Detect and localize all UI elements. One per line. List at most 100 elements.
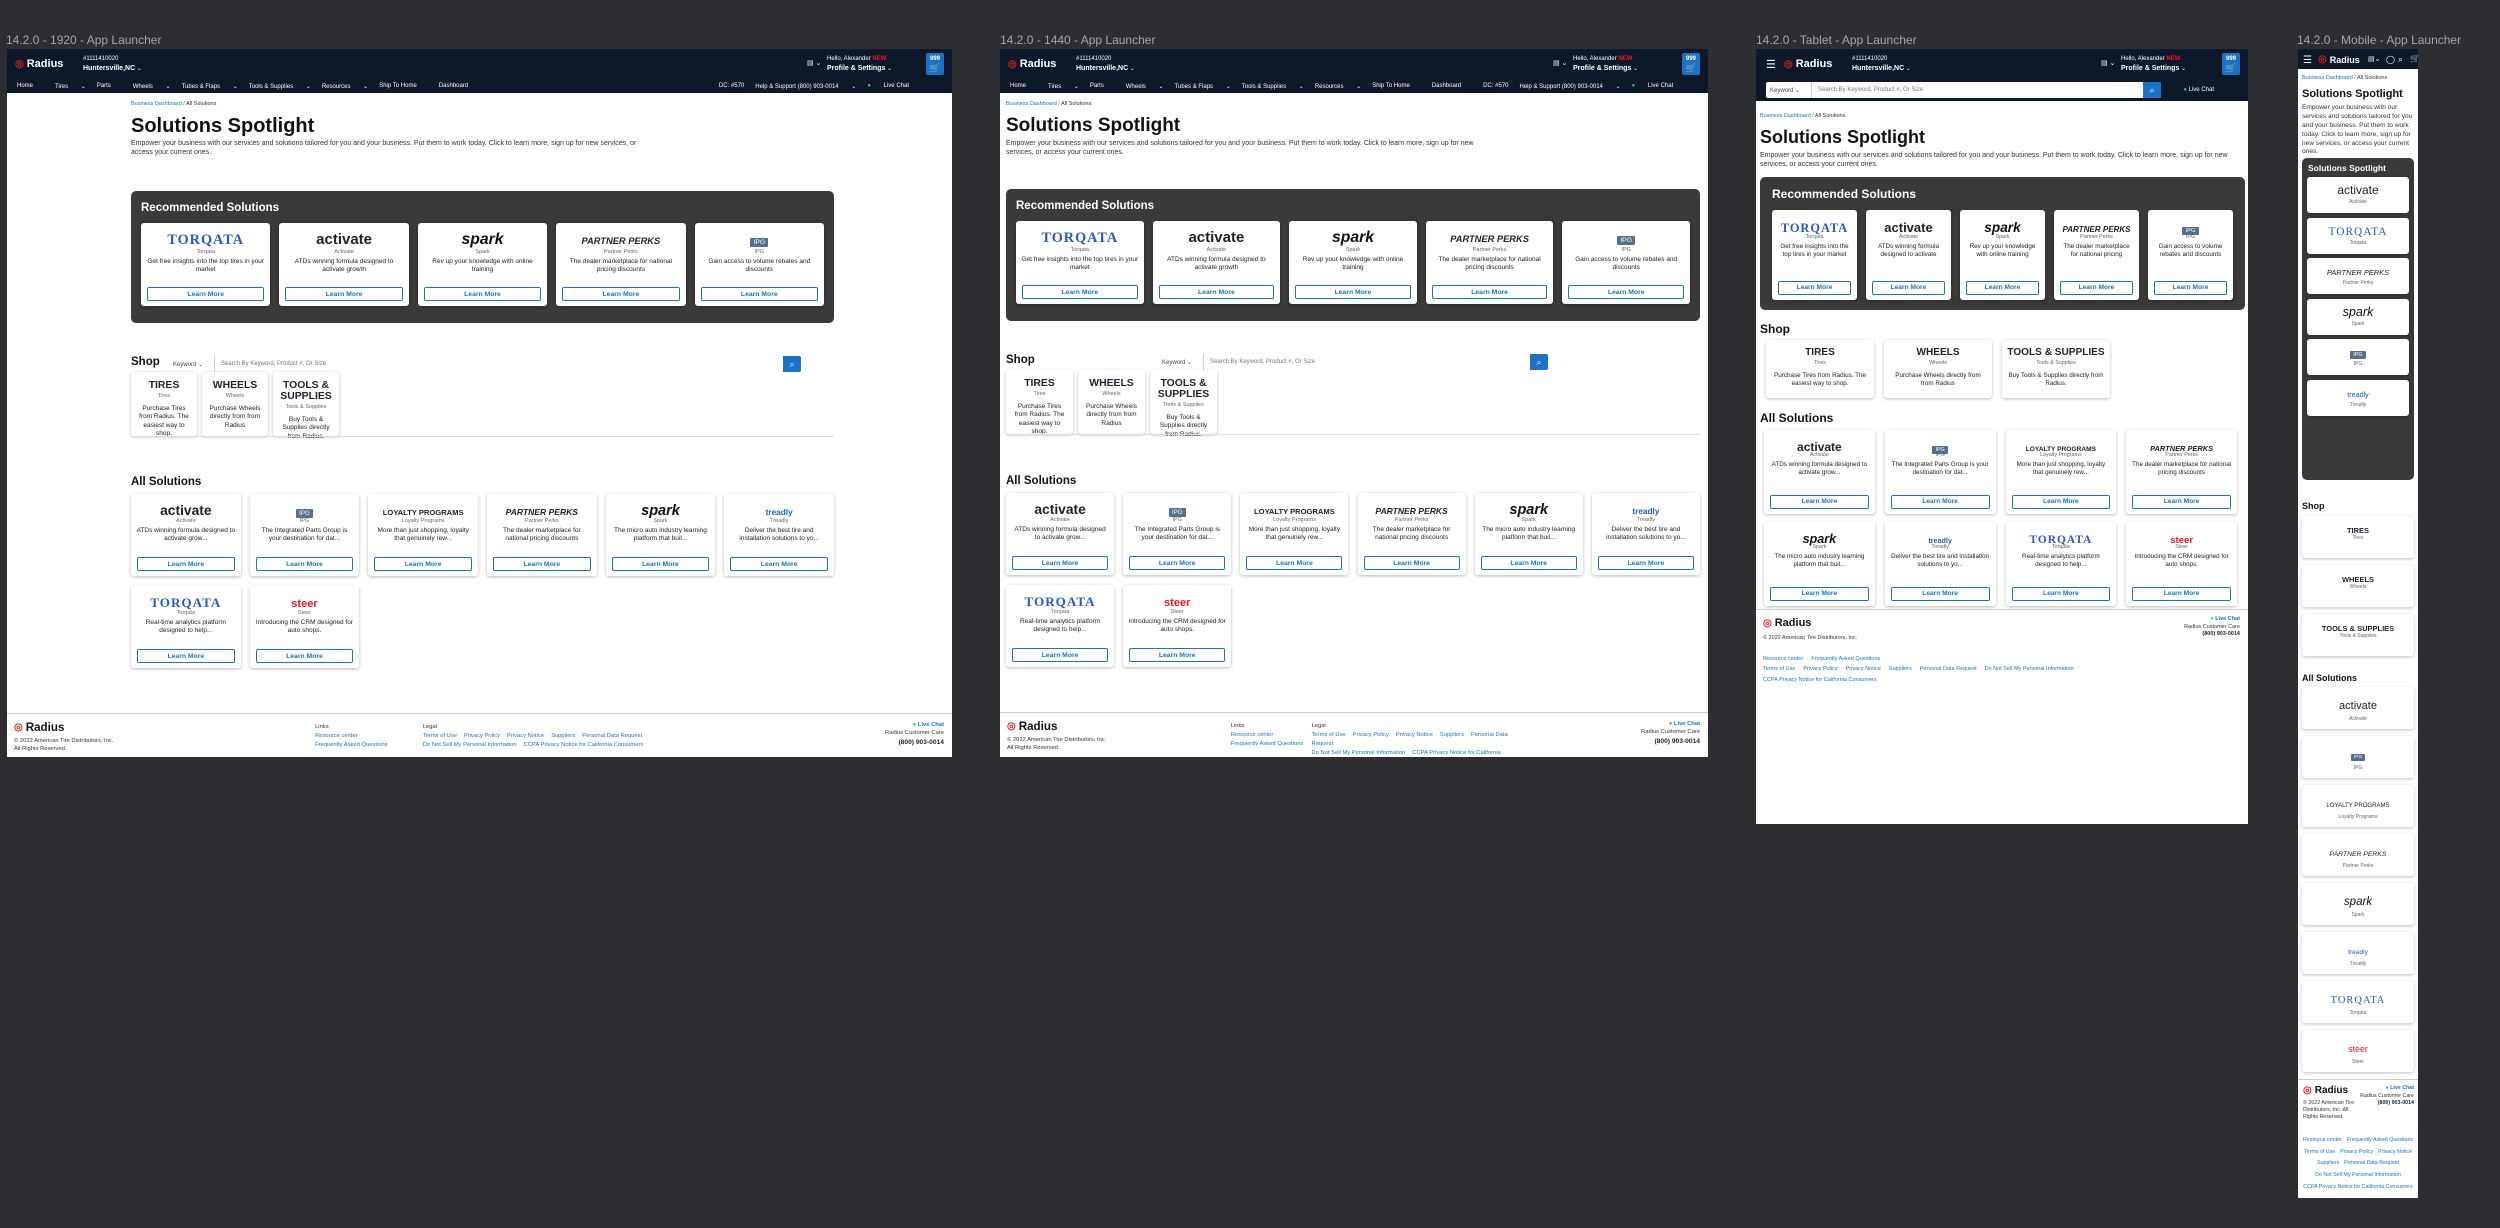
learn-more-button[interactable]: Learn More: [493, 556, 591, 571]
nav-item[interactable]: Wheels ⌄: [133, 83, 171, 90]
shop-card[interactable]: WHEELS Wheels: [2302, 565, 2414, 607]
learn-more-button[interactable]: Learn More: [1158, 284, 1275, 299]
cart-button[interactable]: 999 🛒: [1682, 53, 1700, 75]
learn-more-button[interactable]: Learn More: [2132, 587, 2231, 601]
learn-more-button[interactable]: Learn More: [1363, 555, 1460, 570]
cart-icon[interactable]: 🛒: [2410, 54, 2418, 63]
learn-more-button[interactable]: Learn More: [1778, 281, 1851, 295]
keyword-dropdown[interactable]: Keyword ⌄: [1158, 354, 1204, 370]
shop-card[interactable]: TOOLS & SUPPLIES Tools & Supplies: [2302, 614, 2414, 656]
solution-card[interactable]: LOYALTY PROGRAMS Loyalty Programs: [2302, 785, 2414, 827]
footer-link[interactable]: Resource center: [2303, 1137, 2342, 1143]
learn-more-button[interactable]: Learn More: [700, 286, 818, 301]
learn-more-button[interactable]: Learn More: [2011, 587, 2111, 601]
nav-item[interactable]: Tires ⌄: [55, 83, 86, 90]
legal-link[interactable]: Do Not Sell My Personal Information: [1985, 666, 2074, 672]
footer-link[interactable]: Frequently Asked Questions: [1231, 740, 1304, 749]
learn-more-button[interactable]: Learn More: [1022, 284, 1138, 299]
shop-card[interactable]: WHEELS Wheels Purchase Wheels directly fro…: [1884, 340, 1992, 398]
nav-item[interactable]: Home: [1010, 83, 1037, 89]
legal-link[interactable]: Privacy Policy: [464, 733, 500, 739]
cart-button[interactable]: 999 🛒: [926, 53, 944, 75]
spotlight-card[interactable]: treadly Treadly: [2307, 379, 2409, 416]
live-chat-link[interactable]: ● Live Chat: [1632, 83, 1685, 90]
learn-more-button[interactable]: Learn More: [1012, 555, 1109, 570]
search-input[interactable]: Search By Keyword, Product #, Or Size: [215, 356, 783, 372]
solution-card[interactable]: steer Steer: [2302, 1030, 2414, 1072]
radius-logo[interactable]: ◎ Radius: [2318, 54, 2360, 65]
shop-card[interactable]: WHEELS Wheels Purchase Wheels directly fro…: [202, 372, 268, 436]
spotlight-card[interactable]: spark Spark: [2307, 298, 2409, 335]
footer-live-chat[interactable]: ● Live Chat: [1641, 720, 1700, 728]
radius-logo[interactable]: ◎ Radius: [15, 58, 63, 70]
legal-link[interactable]: Do Not Sell My Personal Information: [1312, 750, 1406, 756]
learn-more-button[interactable]: Learn More: [1770, 495, 1869, 509]
learn-more-button[interactable]: Learn More: [562, 286, 680, 301]
footer-live-chat[interactable]: ● Live Chat: [2184, 616, 2240, 624]
breadcrumb-parent[interactable]: Business Dashboard: [2302, 75, 2353, 81]
learn-more-button[interactable]: Learn More: [1246, 555, 1343, 570]
footer-link[interactable]: Frequently Asked Questions: [1811, 656, 1880, 662]
solution-card[interactable]: TORQATA Torqata: [2302, 981, 2414, 1023]
solution-card[interactable]: activate Activate: [2302, 687, 2414, 729]
legal-link[interactable]: Suppliers: [1889, 666, 1912, 672]
cart-button[interactable]: 999 🛒: [2222, 53, 2240, 75]
profile-menu[interactable]: Hello, Alexander NEW Profile & Settings ⌄: [827, 56, 892, 74]
shop-card[interactable]: TOOLS & SUPPLIES Tools & Supplies Buy Tool…: [2002, 340, 2110, 398]
learn-more-button[interactable]: Learn More: [147, 286, 265, 301]
legal-link[interactable]: Suppliers: [551, 733, 575, 739]
dc-selector[interactable]: DC: #570: [1483, 83, 1508, 90]
keyword-dropdown[interactable]: Keyword ⌄: [1766, 82, 1812, 98]
legal-link[interactable]: Privacy Policy: [1803, 666, 1837, 672]
solution-card[interactable]: spark Spark: [2302, 883, 2414, 925]
spotlight-card[interactable]: IPG IPG: [2307, 339, 2409, 375]
radius-logo[interactable]: ◎ Radius: [1008, 58, 1056, 70]
nav-item[interactable]: Tubes & Flaps ⌄: [1175, 83, 1231, 90]
learn-more-button[interactable]: Learn More: [285, 286, 403, 301]
live-chat-link[interactable]: ● Live Chat: [867, 83, 920, 90]
learn-more-button[interactable]: Learn More: [2011, 495, 2111, 509]
search-button[interactable]: ⌕: [1530, 354, 1548, 370]
search-button[interactable]: ⌕: [2143, 82, 2161, 98]
legal-link[interactable]: Personal Data Request: [2344, 1160, 2399, 1166]
nav-item[interactable]: Tools & Supplies ⌄: [1242, 83, 1304, 90]
profile-menu[interactable]: Hello, Alexander NEW Profile & Settings ⌄: [1573, 56, 1638, 74]
learn-more-button[interactable]: Learn More: [423, 286, 542, 301]
footer-link[interactable]: Frequently Asked Questions: [315, 741, 388, 750]
legal-link[interactable]: Terms of Use: [1312, 732, 1346, 738]
location-selector[interactable]: #1111410020 Huntersville,NC ⌄: [83, 56, 142, 74]
learn-more-button[interactable]: Learn More: [2132, 495, 2231, 509]
search-input[interactable]: Search By Keyword, Product #, Or Size: [1812, 82, 2143, 98]
learn-more-button[interactable]: Learn More: [611, 556, 710, 571]
nav-item[interactable]: Tools & Supplies ⌄: [249, 83, 311, 90]
legal-link[interactable]: Terms of Use: [2304, 1149, 2335, 1155]
legal-link[interactable]: Privacy Policy: [1353, 732, 1389, 738]
nav-item[interactable]: Wheels ⌄: [1126, 83, 1164, 90]
legal-link[interactable]: Do Not Sell My Personal Information: [2315, 1172, 2401, 1178]
keyword-dropdown[interactable]: Keyword ⌄: [169, 356, 215, 372]
legal-link[interactable]: Suppliers: [1440, 732, 1464, 738]
breadcrumb-parent[interactable]: Business Dashboard: [131, 101, 182, 107]
footer-link[interactable]: Resource center: [315, 732, 388, 741]
help-menu[interactable]: Help & Support (800) 903-0014 ⌄: [1520, 83, 1621, 90]
learn-more-button[interactable]: Learn More: [1568, 284, 1684, 299]
flag-selector[interactable]: ▤ ⌄: [2101, 59, 2115, 67]
footer-link[interactable]: Frequently Asked Questions: [2347, 1137, 2413, 1143]
user-icon[interactable]: ◯: [2386, 55, 2395, 64]
menu-icon[interactable]: ☰: [2303, 55, 2312, 66]
legal-link[interactable]: Personal Data Request: [1920, 666, 1977, 672]
legal-link[interactable]: Terms of Use: [1763, 666, 1795, 672]
legal-link[interactable]: CCPA Privacy Notice for California Consu…: [1763, 677, 1877, 683]
shop-card[interactable]: TOOLS & SUPPLIES Tools & Supplies Buy Tool…: [273, 372, 339, 440]
learn-more-button[interactable]: Learn More: [1770, 587, 1869, 601]
learn-more-button[interactable]: Learn More: [1890, 495, 1990, 509]
learn-more-button[interactable]: Learn More: [1295, 284, 1411, 299]
nav-item[interactable]: Ship To Home: [1372, 83, 1421, 89]
footer-live-chat[interactable]: ● Live Chat: [2360, 1085, 2414, 1093]
learn-more-button[interactable]: Learn More: [1966, 281, 2039, 295]
radius-logo[interactable]: ◎ Radius: [1784, 58, 1832, 70]
spotlight-card[interactable]: PARTNER PERKS Partner Perks: [2307, 258, 2409, 294]
spotlight-card[interactable]: TORQATA Torqata: [2307, 217, 2409, 254]
solution-card[interactable]: IPG IPG: [2302, 736, 2414, 778]
learn-more-button[interactable]: Learn More: [1597, 555, 1694, 570]
